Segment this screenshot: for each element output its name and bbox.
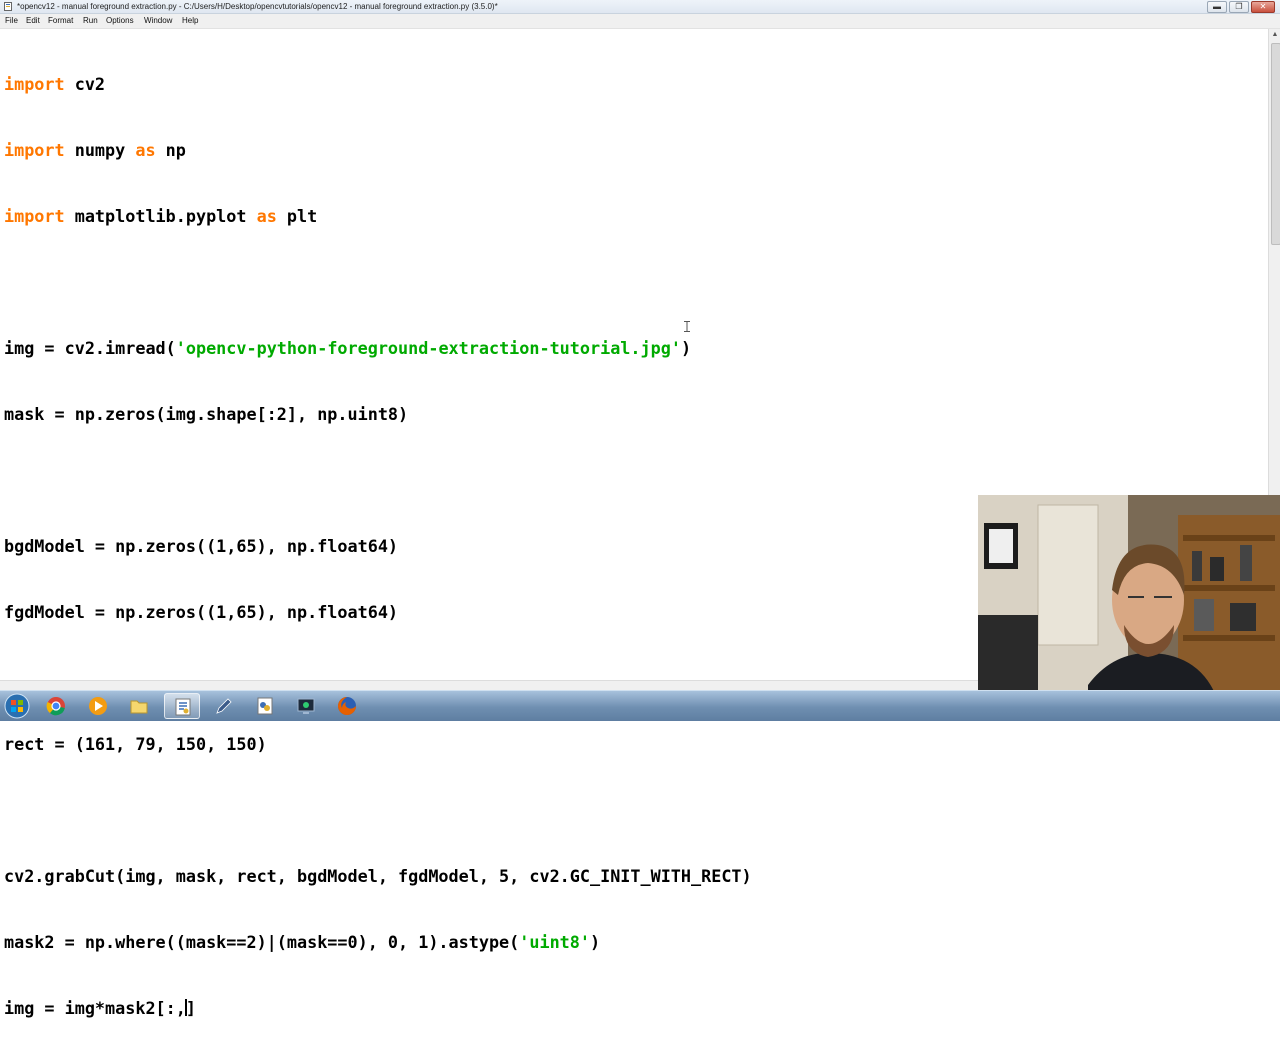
code-token: mask2 = np.where((mask==2)|(mask==0), 0,… bbox=[4, 932, 520, 952]
code-token: plt bbox=[276, 206, 318, 226]
keyword: import bbox=[4, 140, 65, 160]
code-line-14: mask2 = np.where((mask==2)|(mask==0), 0,… bbox=[4, 931, 752, 953]
idle-app-icon bbox=[4, 2, 12, 11]
code-text[interactable]: import cv2 import numpy as np import mat… bbox=[4, 29, 752, 1063]
maximize-button[interactable]: ❐ bbox=[1229, 1, 1249, 13]
minimize-button[interactable]: ▬ bbox=[1207, 1, 1227, 13]
window-controls: ▬ ❐ ✕ bbox=[1207, 1, 1275, 13]
code-token: numpy bbox=[64, 140, 136, 160]
close-button[interactable]: ✕ bbox=[1251, 1, 1275, 13]
scrollbar-thumb[interactable] bbox=[1271, 43, 1280, 245]
taskbar bbox=[0, 690, 1280, 721]
menu-bar: File Edit Format Run Options Window Help bbox=[0, 14, 1280, 29]
keyword: as bbox=[256, 206, 277, 226]
taskbar-chrome[interactable] bbox=[38, 693, 74, 719]
pen-tool-icon bbox=[216, 698, 232, 714]
code-line-1: import cv2 bbox=[4, 73, 752, 95]
window-title: *opencv12 - manual foreground extraction… bbox=[17, 2, 498, 11]
menu-run[interactable]: Run bbox=[83, 14, 98, 28]
taskbar-python-file[interactable] bbox=[247, 693, 283, 719]
webcam-person-image bbox=[978, 495, 1280, 720]
string-literal: 'opencv-python-foreground-extraction-tut… bbox=[175, 338, 681, 358]
menu-file[interactable]: File bbox=[5, 14, 18, 28]
menu-help[interactable]: Help bbox=[182, 14, 198, 28]
taskbar-pen-tool[interactable] bbox=[206, 693, 242, 719]
scroll-up-icon[interactable]: ▲ bbox=[1270, 30, 1280, 40]
taskbar-file-explorer[interactable] bbox=[121, 693, 157, 719]
code-token: cv2 bbox=[64, 74, 106, 94]
code-line-13: cv2.grabCut(img, mask, rect, bgdModel, f… bbox=[4, 866, 752, 886]
firefox-icon bbox=[338, 697, 356, 715]
chrome-icon bbox=[46, 697, 65, 716]
string-literal: 'uint8' bbox=[519, 932, 590, 952]
webcam-overlay bbox=[978, 495, 1280, 720]
code-line-8: bgdModel = np.zeros((1,65), np.float64) bbox=[4, 536, 399, 556]
windows-start-icon[interactable] bbox=[4, 693, 30, 719]
window-title-bar: *opencv12 - manual foreground extraction… bbox=[0, 0, 1280, 14]
file-explorer-icon bbox=[130, 700, 148, 714]
code-line-15: img = img*mask2[:,] bbox=[4, 997, 752, 1019]
screen-recorder-icon bbox=[297, 698, 315, 714]
code-token: ) bbox=[590, 932, 601, 952]
taskbar-media-player[interactable] bbox=[80, 693, 116, 719]
code-line-2: import numpy as np bbox=[4, 139, 752, 161]
menu-format[interactable]: Format bbox=[48, 14, 73, 28]
menu-window[interactable]: Window bbox=[144, 14, 172, 28]
code-token: ] bbox=[185, 998, 196, 1018]
ibeam-cursor-icon bbox=[684, 321, 690, 332]
code-line-6: mask = np.zeros(img.shape[:2], np.uint8) bbox=[4, 404, 409, 424]
keyword: as bbox=[135, 140, 156, 160]
python-file-icon bbox=[257, 697, 273, 715]
code-line-5: img = cv2.imread('opencv-python-foregrou… bbox=[4, 337, 752, 359]
code-token: matplotlib.pyplot bbox=[64, 206, 257, 226]
taskbar-python-idle[interactable] bbox=[164, 693, 200, 719]
media-player-icon bbox=[89, 697, 107, 715]
code-token: np bbox=[155, 140, 186, 160]
keyword: import bbox=[4, 206, 65, 226]
menu-options[interactable]: Options bbox=[106, 14, 134, 28]
code-line-3: import matplotlib.pyplot as plt bbox=[4, 205, 752, 227]
menu-edit[interactable]: Edit bbox=[26, 14, 40, 28]
python-idle-icon bbox=[175, 698, 191, 716]
code-token: img = cv2.imread( bbox=[4, 338, 176, 358]
code-line-9: fgdModel = np.zeros((1,65), np.float64) bbox=[4, 602, 399, 622]
taskbar-firefox[interactable] bbox=[329, 693, 365, 719]
taskbar-screen-recorder[interactable] bbox=[288, 693, 324, 719]
code-line-11: rect = (161, 79, 150, 150) bbox=[4, 734, 267, 754]
keyword: import bbox=[4, 74, 65, 94]
code-token: ) bbox=[680, 338, 692, 358]
code-token: img = img*mask2[:, bbox=[4, 998, 186, 1018]
